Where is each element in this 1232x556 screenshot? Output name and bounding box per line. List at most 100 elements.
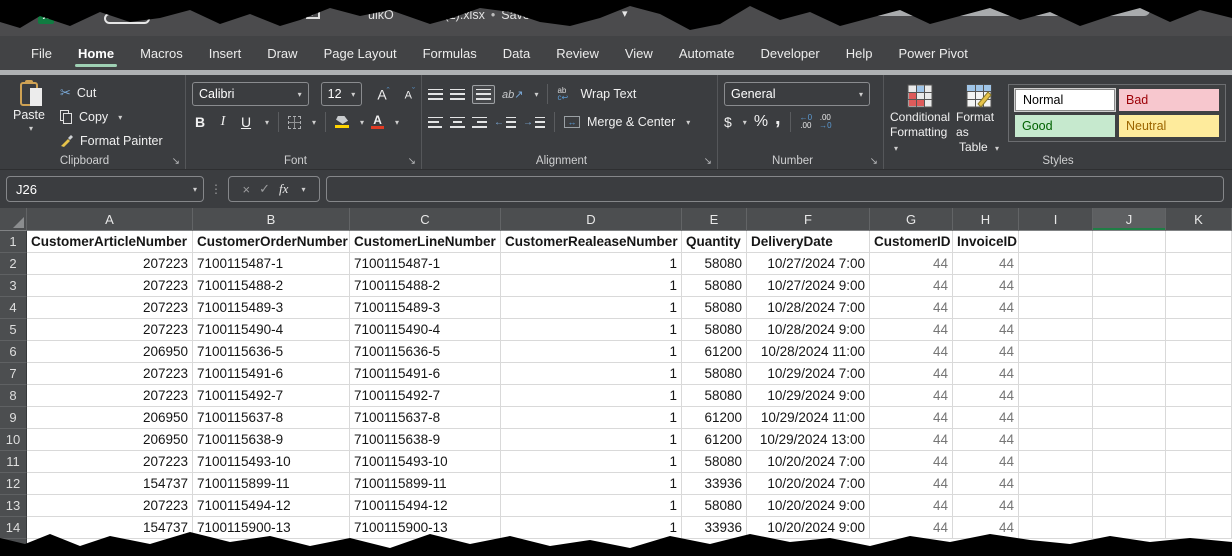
row-header[interactable]: 13 — [0, 495, 27, 517]
cell-customer-id[interactable]: 44 — [870, 385, 953, 407]
fx-dropdown-icon[interactable]: ▾ — [301, 185, 305, 194]
cell-customer-id[interactable]: 44 — [870, 297, 953, 319]
cell-customer-realease-number[interactable]: 1 — [501, 319, 682, 341]
row-header-1[interactable]: 1 — [0, 231, 27, 253]
cell-quantity[interactable]: 61200 — [682, 341, 747, 363]
cell-customer-line-number[interactable]: 7100115490-4 — [350, 319, 501, 341]
cell-quantity[interactable]: 58080 — [682, 275, 747, 297]
empty-cell[interactable] — [1166, 319, 1232, 341]
grow-font-button[interactable]: Aˆ — [377, 86, 389, 103]
menu-tab-file[interactable]: File — [18, 36, 65, 70]
cell-customer-id[interactable]: 44 — [870, 429, 953, 451]
header-cell[interactable]: Quantity — [682, 231, 747, 253]
row-header[interactable]: 12 — [0, 473, 27, 495]
cell-customer-realease-number[interactable]: 1 — [501, 297, 682, 319]
menu-tab-macros[interactable]: Macros — [127, 36, 196, 70]
header-cell[interactable]: CustomerRealeaseNumber — [501, 231, 682, 253]
cell-delivery-date[interactable]: 10/27/2024 7:00 — [747, 253, 870, 275]
font-color-button[interactable]: A — [371, 115, 384, 129]
cell-invoice-id[interactable]: 44 — [953, 407, 1019, 429]
cell-customer-realease-number[interactable]: 1 — [501, 517, 682, 539]
cell-customer-id[interactable]: 44 — [870, 253, 953, 275]
cell-customer-article-number[interactable]: 207223 — [27, 451, 193, 473]
cell-quantity[interactable]: 58080 — [682, 495, 747, 517]
empty-cell[interactable] — [1166, 385, 1232, 407]
empty-cell[interactable] — [1166, 297, 1232, 319]
row-header[interactable]: 6 — [0, 341, 27, 363]
menu-tab-home[interactable]: Home — [65, 36, 127, 70]
header-cell[interactable]: CustomerLineNumber — [350, 231, 501, 253]
paste-button[interactable]: Paste ▾ — [6, 80, 52, 152]
alignment-dialog-launcher-icon[interactable]: ↘ — [704, 156, 712, 167]
menu-tab-automate[interactable]: Automate — [666, 36, 748, 70]
cell-customer-order-number[interactable]: 7100115492-7 — [193, 385, 350, 407]
column-header-e[interactable]: E — [682, 208, 747, 231]
cell-customer-order-number[interactable]: 7100115637-8 — [193, 407, 350, 429]
cell-customer-realease-number[interactable]: 1 — [501, 253, 682, 275]
cell-delivery-date[interactable]: 10/20/2024 7:00 — [747, 451, 870, 473]
select-all-button[interactable] — [0, 208, 27, 231]
style-chip-bad[interactable]: Bad — [1119, 89, 1219, 111]
increase-decimal-button[interactable]: ←0.00 — [800, 114, 812, 130]
column-header-j-selected[interactable]: J — [1093, 208, 1166, 231]
menu-tab-insert[interactable]: Insert — [196, 36, 255, 70]
cell-customer-id[interactable]: 44 — [870, 275, 953, 297]
cell-customer-line-number[interactable]: 7100115493-10 — [350, 451, 501, 473]
empty-cell[interactable] — [1093, 429, 1166, 451]
cell-customer-order-number[interactable]: 7100115494-12 — [193, 495, 350, 517]
comma-style-button[interactable]: , — [775, 113, 781, 123]
borders-icon[interactable] — [288, 116, 301, 129]
cancel-button[interactable]: × — [243, 182, 251, 197]
cell-customer-id[interactable]: 44 — [870, 341, 953, 363]
cell-invoice-id[interactable]: 44 — [953, 429, 1019, 451]
empty-cell[interactable] — [1019, 385, 1093, 407]
cell-invoice-id[interactable]: 44 — [953, 495, 1019, 517]
empty-cell[interactable] — [1166, 275, 1232, 297]
cell-quantity[interactable]: 61200 — [682, 407, 747, 429]
currency-dropdown-icon[interactable]: ▾ — [743, 118, 747, 127]
cell-customer-id[interactable]: 44 — [870, 363, 953, 385]
empty-cell[interactable] — [1093, 407, 1166, 429]
formula-input[interactable] — [326, 176, 1224, 202]
empty-cell[interactable] — [1093, 385, 1166, 407]
name-box-dropdown-icon[interactable]: ▾ — [193, 185, 197, 194]
empty-cell[interactable] — [1093, 319, 1166, 341]
cell-customer-order-number[interactable]: 7100115899-11 — [193, 473, 350, 495]
empty-cell[interactable] — [1093, 297, 1166, 319]
cell-quantity[interactable]: 58080 — [682, 385, 747, 407]
empty-cell[interactable] — [1093, 451, 1166, 473]
cell-quantity[interactable]: 58080 — [682, 319, 747, 341]
empty-cell[interactable] — [1093, 253, 1166, 275]
wrap-text-button[interactable]: Wrap Text — [580, 87, 636, 101]
align-center-button[interactable] — [450, 117, 465, 128]
number-dialog-launcher-icon[interactable]: ↘ — [870, 156, 878, 167]
cell-quantity[interactable]: 58080 — [682, 297, 747, 319]
menu-tab-page-layout[interactable]: Page Layout — [311, 36, 410, 70]
italic-button[interactable]: I — [215, 114, 231, 130]
enter-button[interactable]: ✓ — [259, 181, 270, 197]
cell-customer-realease-number[interactable]: 1 — [501, 275, 682, 297]
percent-button[interactable]: % — [754, 113, 768, 131]
cell-customer-order-number[interactable]: 7100115493-10 — [193, 451, 350, 473]
cell-customer-article-number[interactable]: 154737 — [27, 473, 193, 495]
cell-customer-line-number[interactable]: 7100115487-1 — [350, 253, 501, 275]
empty-cell[interactable] — [1093, 517, 1166, 539]
fill-color-dropdown-icon[interactable]: ▾ — [360, 118, 364, 127]
format-as-table-button[interactable]: Format as Table ▾ — [956, 82, 1002, 156]
empty-cell[interactable] — [1166, 495, 1232, 517]
header-cell[interactable]: CustomerID — [870, 231, 953, 253]
menu-tab-power-pivot[interactable]: Power Pivot — [885, 36, 980, 70]
row-header[interactable]: 7 — [0, 363, 27, 385]
cell-delivery-date[interactable]: 10/20/2024 9:00 — [747, 517, 870, 539]
cell-customer-article-number[interactable]: 207223 — [27, 297, 193, 319]
increase-indent-button[interactable]: → — [523, 117, 545, 128]
merge-center-dropdown-icon[interactable]: ▾ — [686, 118, 690, 127]
cell-invoice-id[interactable]: 44 — [953, 341, 1019, 363]
column-header-c[interactable]: C — [350, 208, 501, 231]
cell-customer-article-number[interactable]: 207223 — [27, 363, 193, 385]
empty-cell[interactable] — [1019, 495, 1093, 517]
column-header-f[interactable]: F — [747, 208, 870, 231]
cell-quantity[interactable]: 33936 — [682, 517, 747, 539]
cell-invoice-id[interactable]: 44 — [953, 385, 1019, 407]
cell-invoice-id[interactable]: 44 — [953, 275, 1019, 297]
